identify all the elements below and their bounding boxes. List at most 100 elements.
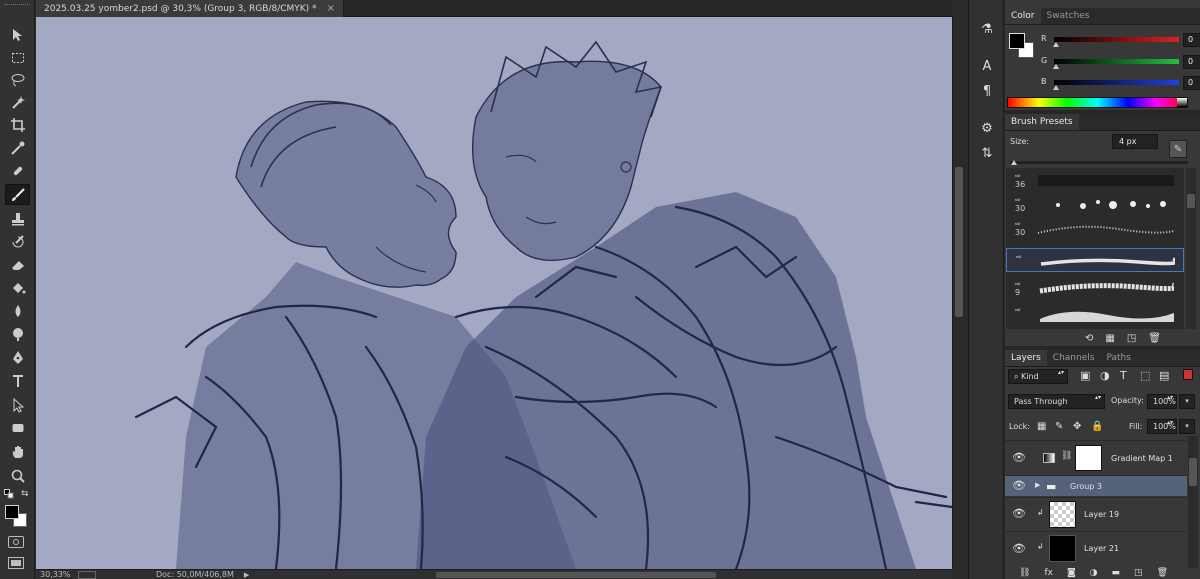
foreground-color-swatch[interactable]	[5, 505, 19, 519]
green-slider-knob[interactable]	[1053, 64, 1059, 69]
blend-mode-select[interactable]: Pass Through	[1008, 394, 1105, 409]
brush-size-input[interactable]: 4 px	[1112, 134, 1158, 149]
brush-preset-item[interactable]: ⇨	[1006, 302, 1184, 326]
layer-row-gradient-map[interactable]: 👁 ⛓ Gradient Map 1	[1005, 440, 1187, 474]
fill-input[interactable]: 100%	[1147, 419, 1177, 434]
brush-grid-icon[interactable]: ▦	[1105, 333, 1114, 344]
visibility-eye-icon[interactable]: 👁	[1012, 507, 1026, 520]
move-tool-icon[interactable]	[5, 24, 30, 45]
new-group-icon[interactable]: ▬	[1112, 568, 1121, 578]
expand-group-icon[interactable]: ▶	[1035, 481, 1040, 489]
clone-source-icon[interactable]: ⚙	[975, 117, 999, 139]
opacity-dropdown-icon[interactable]: ▾	[1179, 394, 1195, 409]
document-tab[interactable]: 2025.03.25 yomber2.psd @ 30,3% (Group 3,…	[36, 0, 344, 17]
layer-name[interactable]: Layer 19	[1084, 510, 1119, 519]
canvas[interactable]	[36, 17, 952, 569]
layer-thumbnail[interactable]	[1049, 501, 1076, 528]
path-selection-tool-icon[interactable]	[5, 394, 30, 415]
opacity-input[interactable]: 100%	[1147, 394, 1177, 409]
add-mask-icon[interactable]: ◙	[1067, 568, 1076, 578]
brush-size-slider[interactable]	[1010, 161, 1188, 164]
layer-thumbnail[interactable]	[1049, 535, 1076, 562]
tab-channels[interactable]: Channels	[1047, 350, 1101, 366]
marquee-tool-icon[interactable]	[5, 47, 30, 68]
dodge-tool-icon[interactable]	[5, 323, 30, 344]
visibility-eye-icon[interactable]: 👁	[1012, 451, 1026, 464]
clone-stamp-tool-icon[interactable]	[5, 208, 30, 229]
brush-size-slider-knob[interactable]	[1011, 160, 1017, 165]
link-layers-icon[interactable]: ⛓	[1019, 568, 1030, 578]
brush-tool-icon[interactable]	[5, 184, 30, 205]
lock-all-icon[interactable]: 🔒	[1091, 421, 1103, 432]
layer-name[interactable]: Group 3	[1070, 482, 1102, 491]
paragraph-panel-icon[interactable]: ¶	[975, 80, 999, 102]
crop-tool-icon[interactable]	[5, 114, 30, 135]
quick-mask-icon[interactable]	[8, 536, 24, 548]
lock-transparency-icon[interactable]: ▦	[1037, 421, 1046, 432]
tab-layers[interactable]: Layers	[1005, 350, 1047, 366]
lock-position-icon[interactable]: ✥	[1073, 421, 1081, 432]
layer-name[interactable]: Layer 21	[1084, 544, 1119, 553]
pen-tool-icon[interactable]	[5, 347, 30, 368]
tab-swatches[interactable]: Swatches	[1041, 8, 1096, 24]
shape-tool-icon[interactable]	[5, 417, 30, 438]
red-slider[interactable]	[1054, 37, 1179, 42]
zoom-tool-icon[interactable]	[5, 465, 30, 486]
brush-preset-item-selected[interactable]: ⇨	[1006, 248, 1184, 272]
filter-type-icon[interactable]: T	[1120, 369, 1127, 382]
green-value-input[interactable]: 0	[1183, 55, 1200, 69]
blue-slider-knob[interactable]	[1053, 85, 1059, 90]
panel-foreground-swatch[interactable]	[1009, 33, 1025, 49]
new-layer-icon[interactable]: ◳	[1134, 568, 1143, 578]
lock-pixels-icon[interactable]: ✎	[1055, 421, 1063, 432]
new-brush-preset-icon[interactable]: ◳	[1127, 333, 1136, 344]
status-preview-icon[interactable]	[78, 570, 96, 579]
filter-shape-icon[interactable]: ⬚	[1140, 369, 1150, 382]
eyedropper-tool-icon[interactable]	[5, 137, 30, 158]
brush-preset-item[interactable]: ⇨ 30	[1006, 216, 1184, 240]
brush-preset-item[interactable]: ⇨ 30	[1006, 192, 1184, 216]
magic-wand-tool-icon[interactable]	[5, 92, 30, 113]
tab-color[interactable]: Color	[1005, 8, 1041, 24]
eraser-tool-icon[interactable]	[5, 254, 30, 275]
filter-toggle-icon[interactable]	[1183, 369, 1193, 380]
layer-mask-thumbnail[interactable]	[1075, 445, 1102, 471]
filter-adjustment-icon[interactable]: ◑	[1100, 369, 1110, 382]
layer-name[interactable]: Gradient Map 1	[1111, 454, 1173, 463]
green-slider[interactable]	[1054, 59, 1179, 64]
layer-filter-kind-select[interactable]: ⌕ Kind	[1008, 369, 1068, 384]
blue-value-input[interactable]: 0	[1183, 76, 1200, 90]
layers-scrollbar[interactable]	[1188, 436, 1198, 568]
fill-dropdown-icon[interactable]: ▾	[1179, 419, 1195, 434]
mask-link-icon[interactable]: ⛓	[1061, 451, 1072, 461]
toggle-brush-panel-icon[interactable]: ⟲	[1085, 333, 1093, 344]
paint-bucket-tool-icon[interactable]	[5, 277, 30, 298]
brush-preset-item[interactable]: ⇨ 36	[1006, 168, 1184, 192]
type-tool-icon[interactable]	[5, 370, 30, 391]
layer-row-layer-21[interactable]: 👁 ↲ Layer 21	[1005, 531, 1187, 565]
screen-mode-icon[interactable]	[8, 557, 24, 569]
layer-row-layer-19[interactable]: 👁 ↲ Layer 19	[1005, 497, 1187, 530]
hand-tool-icon[interactable]	[5, 441, 30, 462]
new-adjustment-icon[interactable]: ◑	[1090, 568, 1098, 578]
filter-pixel-icon[interactable]: ▣	[1080, 369, 1090, 382]
brush-preset-item[interactable]: ⇨ 9	[1006, 276, 1184, 300]
tool-presets-icon[interactable]: ⚗	[975, 18, 999, 40]
status-menu-arrow-icon[interactable]: ▶	[244, 571, 249, 579]
history-brush-tool-icon[interactable]	[5, 231, 30, 252]
filter-smart-object-icon[interactable]: ▤	[1159, 369, 1169, 382]
zoom-level[interactable]: 30,33%	[36, 570, 74, 579]
horizontal-scrollbar[interactable]	[436, 572, 716, 578]
layer-style-icon[interactable]: fx	[1044, 568, 1053, 578]
delete-brush-icon[interactable]: 🗑	[1148, 333, 1161, 344]
swap-colors-icon[interactable]: ⇆	[21, 489, 31, 499]
blue-slider[interactable]	[1054, 80, 1179, 85]
lasso-tool-icon[interactable]	[5, 69, 30, 90]
delete-layer-icon[interactable]: 🗑	[1157, 568, 1168, 578]
layer-row-group-3[interactable]: 👁 ▶ ▬ Group 3	[1005, 475, 1187, 496]
tab-paths[interactable]: Paths	[1100, 350, 1136, 366]
vertical-scrollbar[interactable]	[952, 17, 964, 569]
close-document-icon[interactable]: ×	[327, 3, 335, 14]
color-spectrum-ramp[interactable]	[1007, 97, 1188, 108]
toolbar-grip[interactable]	[4, 4, 30, 7]
